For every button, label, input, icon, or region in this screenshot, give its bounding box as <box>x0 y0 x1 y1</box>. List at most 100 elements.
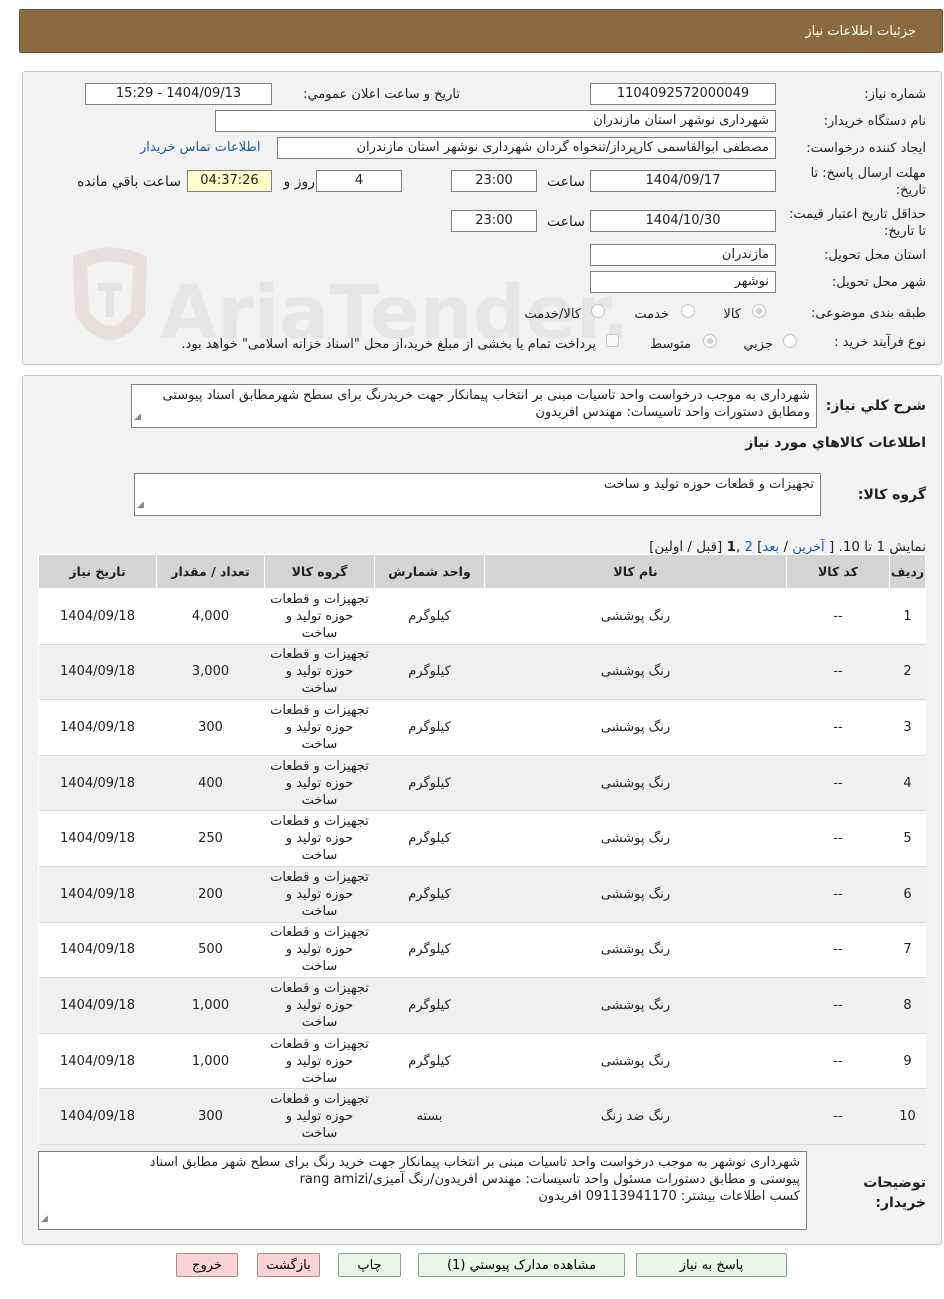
cell-group: تجهيزات و قطعات حوزه توليد و ساخت <box>264 755 375 812</box>
cell-code: -- <box>786 699 890 756</box>
cell-quantity: 300 <box>156 1088 265 1145</box>
cell-group: تجهيزات و قطعات حوزه توليد و ساخت <box>264 977 375 1034</box>
process-minor-label: جزيي <box>743 337 773 352</box>
buyer-contact-link[interactable]: اطلاعات تماس خريدار <box>140 140 260 155</box>
province-label: استان محل تحويل: <box>824 248 926 263</box>
requester-field: مصطفی ابوالقاسمی کارپرداز/تنخواه گردان ش… <box>277 137 776 159</box>
back-button[interactable]: بازگشت <box>257 1253 320 1277</box>
need-summary-text: شهرداری به موجب درخواست واحد تاسیات مبنی… <box>131 384 817 428</box>
page-title: جزئیات اطلاعات نیاز <box>805 24 916 39</box>
deadline-time-label: ساعت <box>546 174 585 190</box>
cell-index: 9 <box>889 1033 926 1090</box>
col-header-index[interactable]: رديف <box>889 554 926 589</box>
reply-button[interactable]: پاسخ به نياز <box>636 1253 787 1277</box>
cell-unit: کیلوگرم <box>374 922 485 979</box>
cell-index: 10 <box>889 1088 926 1145</box>
cell-quantity: 500 <box>156 922 265 979</box>
treasury-payment-checkbox[interactable] <box>606 334 619 347</box>
cell-name: رنگ پوششی <box>484 699 787 756</box>
table-row: 6 -- رنگ پوششی کیلوگرم تجهيزات و قطعات ح… <box>38 866 926 923</box>
col-header-name[interactable]: نام کالا <box>484 554 787 589</box>
table-row: 7 -- رنگ پوششی کیلوگرم تجهيزات و قطعات ح… <box>38 922 926 979</box>
pagination: نمایش 1 تا 10. [ آخرين / بعد] 2 ,1 [قبل … <box>649 539 926 555</box>
cell-quantity: 1,000 <box>156 977 265 1034</box>
pagination-next-link[interactable]: بعد <box>762 540 779 555</box>
table-row: 8 -- رنگ پوششی کیلوگرم تجهيزات و قطعات ح… <box>38 977 926 1034</box>
cell-name: رنگ پوششی <box>484 866 787 923</box>
validity-date-field: 1404/10/30 <box>590 210 776 232</box>
pagination-suffix: [قبل / اولين] <box>649 539 723 555</box>
cell-unit: کیلوگرم <box>374 644 485 701</box>
cell-code: -- <box>786 755 890 812</box>
cell-name: رنگ پوششی <box>484 810 787 867</box>
cell-code: -- <box>786 922 890 979</box>
announce-label: تاريخ و ساعت اعلان عمومي: <box>303 87 460 102</box>
resize-grip-icon[interactable]: ◢ <box>41 1211 48 1228</box>
table-row: 9 -- رنگ پوششی کیلوگرم تجهيزات و قطعات ح… <box>38 1033 926 1090</box>
pagination-page-2[interactable]: 2 <box>745 540 753 555</box>
table-row: 10 -- رنگ ضد زنگ بسته تجهيزات و قطعات حو… <box>38 1088 926 1145</box>
cell-date: 1404/09/18 <box>38 922 157 979</box>
category-both-label: کالا/خدمت <box>524 307 581 322</box>
deadline-date-field: 1404/09/17 <box>590 170 776 192</box>
col-header-date[interactable]: تاريخ نياز <box>38 554 157 589</box>
cell-date: 1404/09/18 <box>38 755 157 812</box>
resize-grip-icon[interactable]: ◢ <box>137 497 144 514</box>
cell-index: 3 <box>889 699 926 756</box>
cell-code: -- <box>786 588 890 645</box>
category-goods-radio[interactable] <box>752 304 766 318</box>
cell-group: تجهيزات و قطعات حوزه توليد و ساخت <box>264 922 375 979</box>
category-service-label: خدمت <box>634 307 669 322</box>
cell-date: 1404/09/18 <box>38 644 157 701</box>
category-service-radio[interactable] <box>681 304 695 318</box>
city-label: شهر محل تحويل: <box>831 275 926 290</box>
buyer-notes-label: توضيحات خريدار: <box>863 1175 926 1211</box>
cell-unit: کیلوگرم <box>374 1033 485 1090</box>
cell-quantity: 250 <box>156 810 265 867</box>
category-both-radio[interactable] <box>591 304 605 318</box>
exit-button[interactable]: خروج <box>176 1253 238 1277</box>
pagination-prefix: نمایش 1 تا 10. [ <box>828 539 926 555</box>
table-header-row: رديف کد کالا نام کالا واحد شمارش گروه کا… <box>38 554 926 589</box>
cell-quantity: 4,000 <box>156 588 265 645</box>
items-table: رديف کد کالا نام کالا واحد شمارش گروه کا… <box>38 554 926 1145</box>
remaining-time-label: ساعت باقي مانده <box>77 174 181 190</box>
process-minor-radio[interactable] <box>783 334 797 348</box>
cell-code: -- <box>786 644 890 701</box>
cell-unit: کیلوگرم <box>374 866 485 923</box>
cell-index: 4 <box>889 755 926 812</box>
cell-index: 7 <box>889 922 926 979</box>
cell-quantity: 1,000 <box>156 1033 265 1090</box>
days-remaining-field: 4 <box>316 170 402 192</box>
pagination-last-link[interactable]: آخرين <box>792 540 824 555</box>
cell-name: رنگ ضد زنگ <box>484 1088 787 1145</box>
table-row: 4 -- رنگ پوششی کیلوگرم تجهيزات و قطعات ح… <box>38 755 926 812</box>
pagination-sep: / <box>783 539 789 555</box>
cell-unit: بسته <box>374 1088 485 1145</box>
process-medium-radio[interactable] <box>703 334 717 348</box>
buyer-org-label: نام دستگاه خريدار: <box>823 114 926 129</box>
resize-grip-icon[interactable]: ◢ <box>134 409 141 426</box>
cell-group: تجهيزات و قطعات حوزه توليد و ساخت <box>264 699 375 756</box>
deadline-label: مهلت ارسال پاسخ: تا تاريخ: <box>810 166 926 198</box>
product-group-label: گروه کالا: <box>857 487 926 503</box>
col-header-quantity[interactable]: تعداد / مقدار <box>156 554 265 589</box>
cell-date: 1404/09/18 <box>38 1088 157 1145</box>
deadline-time-field: 23:00 <box>451 170 537 192</box>
category-label: طبقه بندی موضوعی: <box>810 306 926 321</box>
validity-time-field: 23:00 <box>451 210 537 232</box>
table-row: 5 -- رنگ پوششی کیلوگرم تجهيزات و قطعات ح… <box>38 810 926 867</box>
cell-unit: کیلوگرم <box>374 699 485 756</box>
treasury-payment-note: پرداخت تمام يا بخشی از مبلغ خريد،از محل … <box>181 337 596 352</box>
buyer-notes-line-1: شهرداری نوشهر به موجب درخواست واحد تاسیا… <box>149 1155 800 1170</box>
cell-code: -- <box>786 810 890 867</box>
col-header-code[interactable]: کد کالا <box>786 554 890 589</box>
pagination-comma: , <box>736 539 741 555</box>
col-header-unit[interactable]: واحد شمارش <box>374 554 485 589</box>
print-button[interactable]: چاپ <box>338 1253 401 1277</box>
cell-name: رنگ پوششی <box>484 922 787 979</box>
cell-index: 1 <box>889 588 926 645</box>
col-header-group[interactable]: گروه کالا <box>264 554 375 589</box>
attachments-button[interactable]: مشاهده مدارک پيوستي (1) <box>418 1253 625 1277</box>
process-label: نوع فرآيند خريد : <box>834 335 926 350</box>
